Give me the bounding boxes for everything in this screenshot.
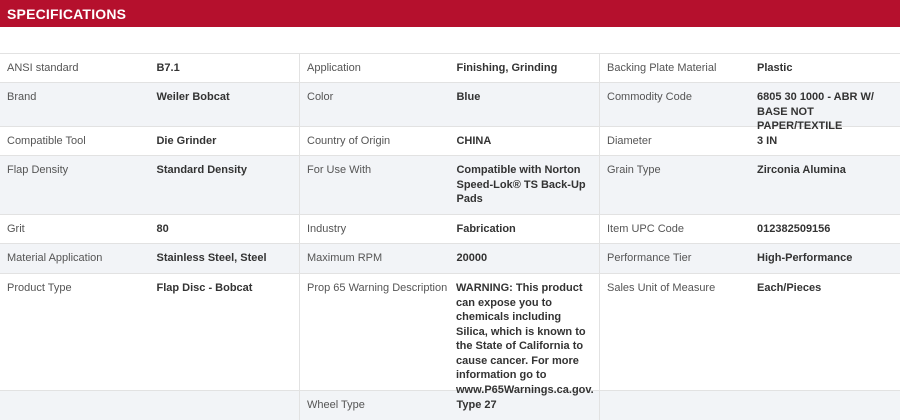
spec-value [750, 391, 900, 420]
spec-row: Flap Density Standard Density [0, 156, 299, 215]
spec-label [600, 391, 750, 420]
spec-row: For Use With Compatible with Norton Spee… [300, 156, 599, 215]
spec-row: Wheel Type Type 27 [300, 391, 599, 420]
spec-label: Application [307, 62, 361, 74]
spec-row [600, 391, 900, 420]
spec-label: Product Type [7, 282, 72, 294]
spec-value: 20000 [456, 252, 488, 264]
spec-value: Flap Disc - Bobcat [156, 282, 253, 294]
spec-value: Stainless Steel, Steel [156, 252, 267, 264]
spec-row: Material Application Stainless Steel, St… [0, 244, 299, 274]
spec-row: Application Finishing, Grinding [300, 54, 599, 83]
spec-label: Grain Type [607, 164, 661, 176]
spec-label: Material Application [7, 252, 103, 264]
spec-row: Grit 80 [0, 215, 299, 244]
spec-label: Maximum RPM [307, 252, 383, 264]
spec-label: Country of Origin [307, 135, 391, 147]
spec-value: B7.1 [156, 62, 180, 74]
spec-value: Standard Density [156, 164, 247, 176]
spec-value: 6805 30 1000 - ABR W/ BASE NOT PAPER/TEX… [757, 91, 874, 132]
spec-label: Commodity Code [607, 91, 692, 103]
spec-value [149, 391, 299, 420]
spec-label: Sales Unit of Measure [607, 282, 716, 294]
spec-value: Zirconia Alumina [757, 164, 846, 176]
specifications-header: SPECIFICATIONS [0, 0, 900, 27]
spec-row: Brand Weiler Bobcat [0, 83, 299, 127]
spec-value: Compatible with Norton Speed-Lok® TS Bac… [456, 164, 586, 205]
spec-row: ANSI standard B7.1 [0, 54, 299, 83]
spec-column-2: Application Finishing, Grinding Color Bl… [300, 54, 600, 420]
spec-label: Brand [7, 91, 37, 103]
spec-label: Grit [7, 223, 25, 235]
section-title: SPECIFICATIONS [7, 5, 127, 22]
spec-label: Performance Tier [607, 252, 692, 264]
spec-label: Industry [307, 223, 347, 235]
spec-value: Finishing, Grinding [456, 62, 558, 74]
spec-label: ANSI standard [7, 62, 79, 74]
spec-label: Diameter [607, 135, 652, 147]
spec-label: Wheel Type [307, 399, 365, 411]
spec-label: For Use With [307, 164, 372, 176]
spec-value: 3 IN [757, 135, 778, 147]
spec-label: Flap Density [7, 164, 69, 176]
spec-row: Color Blue [300, 83, 599, 127]
spec-row: Performance Tier High-Performance [600, 244, 900, 274]
spec-value: Plastic [757, 62, 793, 74]
spec-value: Blue [456, 91, 481, 103]
spec-row: Industry Fabrication [300, 215, 599, 244]
spec-column-3: Backing Plate Material Plastic Commodity… [600, 54, 900, 420]
spec-label: Item UPC Code [607, 223, 685, 235]
spec-row: Backing Plate Material Plastic [600, 54, 900, 83]
spec-value: 80 [156, 223, 169, 235]
spec-value: Fabrication [456, 223, 516, 235]
spec-value: Die Grinder [156, 135, 217, 147]
spec-row: Item UPC Code 012382509156 [600, 215, 900, 244]
spec-row: Compatible Tool Die Grinder [0, 127, 299, 156]
spec-column-1: ANSI standard B7.1 Brand Weiler Bobcat C… [0, 54, 300, 420]
spec-row: Diameter 3 IN [600, 127, 900, 156]
spec-row: Prop 65 Warning Description WARNING: Thi… [300, 274, 599, 396]
spec-row: Sales Unit of Measure Each/Pieces [600, 274, 900, 391]
spec-label: Compatible Tool [7, 135, 86, 147]
spec-row: Maximum RPM 20000 [300, 244, 599, 274]
spec-label: Prop 65 Warning Description [307, 282, 448, 294]
spec-label [0, 391, 149, 420]
spec-row: Country of Origin CHINA [300, 127, 599, 156]
spec-value: Type 27 [456, 399, 497, 411]
spec-row: Grain Type Zirconia Alumina [600, 156, 900, 215]
spec-value: 012382509156 [757, 223, 831, 235]
spec-value: WARNING: This product can expose you to … [456, 282, 594, 396]
spec-row: Product Type Flap Disc - Bobcat [0, 274, 299, 391]
spec-row [0, 391, 299, 420]
spec-value: Each/Pieces [757, 282, 822, 294]
spec-value: High-Performance [757, 252, 853, 264]
spec-value: CHINA [456, 135, 492, 147]
spec-row: Commodity Code 6805 30 1000 - ABR W/ BAS… [600, 83, 900, 132]
spec-label: Backing Plate Material [607, 62, 717, 74]
spec-label: Color [307, 91, 334, 103]
spec-value: Weiler Bobcat [156, 91, 230, 103]
specifications-table: ANSI standard B7.1 Brand Weiler Bobcat C… [0, 53, 900, 420]
